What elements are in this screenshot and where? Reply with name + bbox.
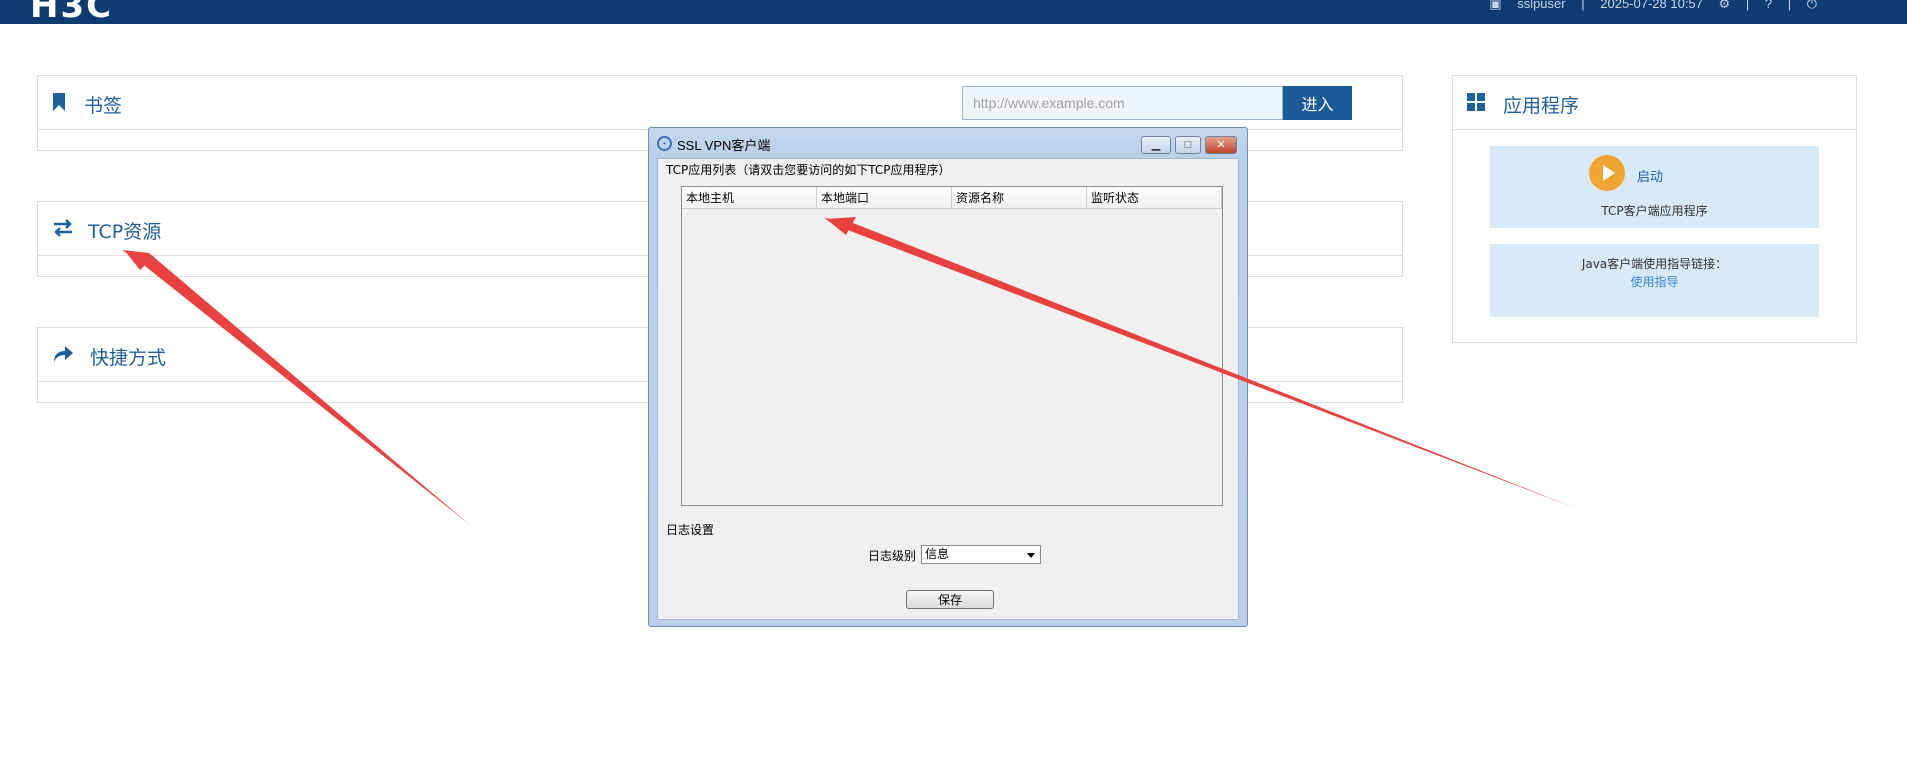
column-header-resource-name[interactable]: 资源名称 [952,187,1087,209]
bookmark-url-input[interactable] [962,86,1283,120]
java-guide-text: Java客户端使用指导链接： [1581,257,1728,271]
header-user-info: ▣ sslpuser | 2025-07-28 10:57 ⚙ | ? | ⏻ [1477,0,1817,12]
separator: | [1745,0,1750,11]
help-icon[interactable]: ? [1765,0,1772,11]
power-icon[interactable]: ⏻ [1807,0,1817,11]
log-level-value: 信息 [925,547,950,561]
column-header-listen-status[interactable]: 监听状态 [1087,187,1222,209]
tcp-app-table[interactable]: 本地主机 本地端口 资源名称 监听状态 [681,186,1223,506]
bookmarks-title: 书签 [84,95,123,117]
save-button[interactable]: 保存 [906,590,994,609]
datetime: 2025-07-28 10:57 [1600,0,1703,11]
share-arrow-icon [52,345,73,365]
launch-label[interactable]: 启动 [1637,166,1663,185]
dropdown-arrow-icon [1027,553,1035,558]
log-settings-label: 日志设置 [666,523,715,537]
maximize-button[interactable]: □ [1175,136,1201,154]
exchange-arrows-icon [52,219,72,239]
column-header-local-host[interactable]: 本地主机 [682,187,817,209]
launch-caption: TCP客户端应用程序 [1601,204,1708,218]
grid-icon [1467,93,1487,113]
java-guide-link[interactable]: 使用指导 [1490,273,1819,290]
log-level-select[interactable]: 信息 [921,545,1041,564]
shortcuts-title: 快捷方式 [90,347,167,369]
clipped-log-path-text [748,574,1148,580]
play-icon[interactable] [1589,155,1625,191]
window-title: SSL VPN客户端 [677,138,771,153]
user-icon: ▣ [1489,0,1502,11]
close-button[interactable]: ✕ [1205,136,1237,154]
username[interactable]: sslpuser [1517,0,1565,11]
settings-icon[interactable]: ⚙ [1719,0,1731,11]
tcp-app-list-label: TCP应用列表（请双击您要访问的如下TCP应用程序） [666,163,951,177]
enter-button[interactable]: 进入 [1283,86,1352,120]
applications-title: 应用程序 [1503,95,1580,117]
separator: | [1787,0,1792,11]
column-header-local-port[interactable]: 本地端口 [817,187,952,209]
window-body: TCP应用列表（请双击您要访问的如下TCP应用程序） 本地主机 本地端口 资源名… [657,158,1239,620]
bookmark-icon [52,93,72,113]
h3c-logo: H3C [30,0,114,26]
ssl-vpn-client-window: • SSL VPN客户端 ▁ □ ✕ TCP应用列表（请双击您要访问的如下TCP… [648,127,1248,627]
minimize-button[interactable]: ▁ [1141,136,1171,154]
vpn-app-icon: • [657,136,672,151]
separator: | [1581,0,1585,11]
tcp-resources-title[interactable]: TCP资源 [88,217,161,244]
log-level-label: 日志级别 [868,549,917,563]
top-bar: H3C ▣ sslpuser | 2025-07-28 10:57 ⚙ | ? … [0,0,1907,26]
applications-panel-header: 应用程序 [1453,76,1856,130]
